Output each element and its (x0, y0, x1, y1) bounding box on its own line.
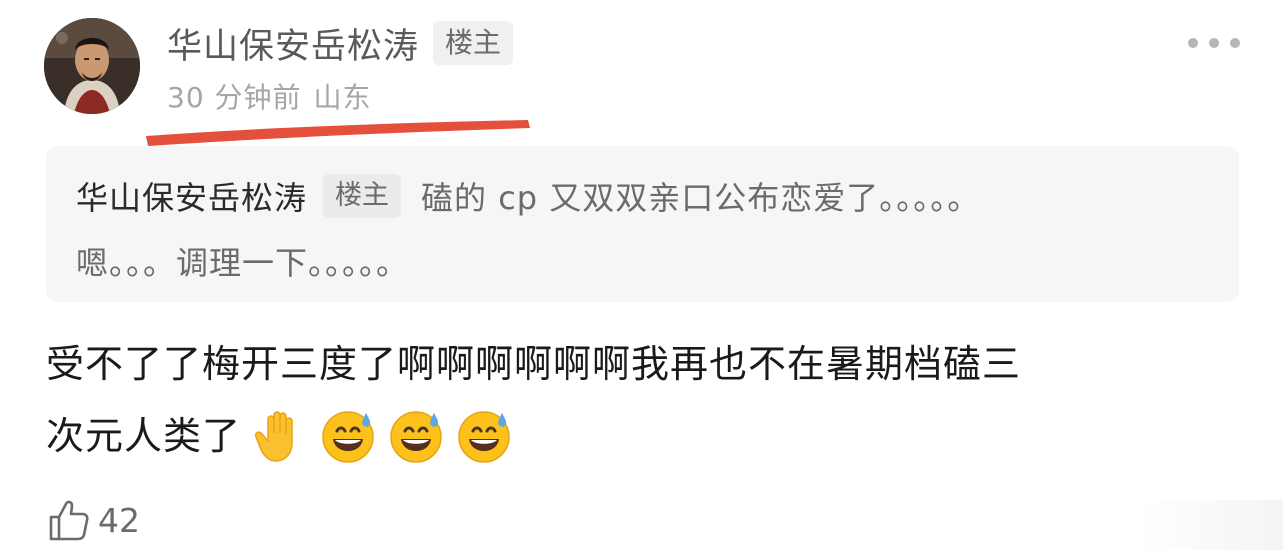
raised-hand-emoji (251, 407, 309, 465)
comment-text-line2: 次元人类了 (46, 414, 242, 458)
comment-body: 受不了了梅开三度了啊啊啊啊啊啊我再也不在暑期档磕三 次元人类了 (46, 328, 1246, 472)
grinning-sweat-emoji (319, 407, 377, 465)
comment-card: 华山保安岳松涛 楼主 30 分钟前 山东 华山保安岳松涛 楼主 磕的 cp 又双双… (0, 0, 1283, 550)
quote-text-line1: 磕的 cp 又双双亲口公布恋爱了。。。。。 (421, 179, 981, 217)
watermark-fade (1140, 500, 1283, 550)
op-badge: 楼主 (433, 21, 514, 65)
comment-line2: 次元人类了 (46, 400, 1246, 472)
like-button[interactable]: 42 (48, 496, 140, 544)
quote-author[interactable]: 华山保安岳松涛 (76, 173, 307, 219)
more-dot-icon (1209, 38, 1219, 48)
author-row: 华山保安岳松涛 楼主 (167, 18, 514, 69)
quote-op-badge: 楼主 (323, 174, 402, 218)
thumbs-up-icon (48, 498, 90, 542)
more-dot-icon (1230, 38, 1240, 48)
more-options-button[interactable] (1188, 30, 1240, 56)
avatar[interactable] (44, 18, 140, 114)
avatar-image (44, 18, 140, 114)
like-count: 42 (98, 500, 140, 540)
grinning-sweat-emoji (455, 407, 513, 465)
quote-header: 华山保安岳松涛 楼主 磕的 cp 又双双亲口公布恋爱了。。。。。 (76, 168, 1209, 224)
comment-text-line1: 受不了了梅开三度了啊啊啊啊啊啊我再也不在暑期档磕三 (46, 342, 1022, 386)
more-dot-icon (1188, 38, 1198, 48)
quoted-reply[interactable]: 华山保安岳松涛 楼主 磕的 cp 又双双亲口公布恋爱了。。。。。 嗯。。。调理一… (46, 146, 1239, 302)
author-name[interactable]: 华山保安岳松涛 (167, 18, 419, 69)
comment-line1: 受不了了梅开三度了啊啊啊啊啊啊我再也不在暑期档磕三 (46, 328, 1246, 400)
quote-text-line2: 嗯。。。调理一下。。。。。 (76, 244, 410, 282)
grinning-sweat-emoji (387, 407, 445, 465)
